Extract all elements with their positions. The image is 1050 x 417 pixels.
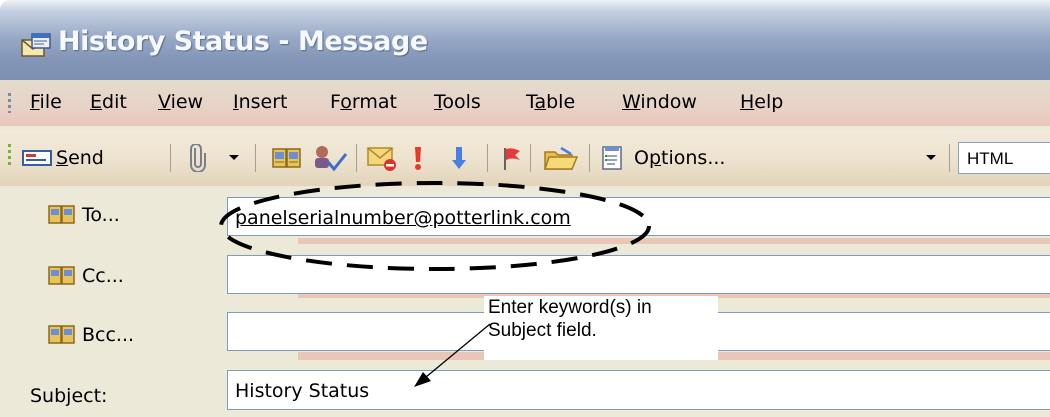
toolbar-separator bbox=[949, 144, 950, 172]
attach-dropdown-button[interactable] bbox=[227, 143, 241, 173]
toolbar-separator bbox=[530, 144, 531, 172]
permission-icon bbox=[367, 147, 396, 171]
menu-tools[interactable]: Tools bbox=[434, 91, 481, 113]
to-button[interactable]: To... bbox=[48, 204, 120, 226]
annotation-callout: Enter keyword(s) in Subject field. bbox=[484, 296, 718, 360]
menu-help[interactable]: Help bbox=[740, 91, 783, 113]
options-dropdown-button[interactable] bbox=[924, 143, 938, 173]
send-button[interactable]: Send bbox=[22, 143, 104, 173]
menu-window[interactable]: Window bbox=[622, 91, 697, 113]
follow-up-button[interactable] bbox=[500, 143, 522, 173]
menu-bar: File Edit View Insert Format Tools Table… bbox=[0, 80, 1050, 126]
address-band bbox=[298, 238, 1050, 244]
address-book-icon bbox=[272, 148, 301, 168]
address-book-icon bbox=[48, 205, 75, 224]
chevron-down-icon bbox=[926, 155, 936, 160]
bcc-button[interactable]: Bcc... bbox=[48, 324, 134, 346]
toolbar-grip[interactable] bbox=[8, 144, 11, 168]
attach-icon bbox=[190, 144, 206, 172]
to-recipient[interactable]: panelserialnumber@potterlink.com bbox=[235, 207, 571, 229]
open-folder-button[interactable] bbox=[543, 143, 579, 173]
toolbar-separator bbox=[356, 144, 357, 172]
message-format-select[interactable]: HTML bbox=[958, 142, 1050, 174]
cc-button[interactable]: Cc... bbox=[48, 265, 124, 287]
annotation-line-2: Subject field. bbox=[488, 320, 597, 341]
cc-field[interactable] bbox=[227, 255, 1050, 294]
high-importance-icon bbox=[415, 147, 421, 170]
menu-insert[interactable]: Insert bbox=[233, 91, 288, 113]
open-folder-icon bbox=[543, 146, 579, 170]
message-icon bbox=[21, 33, 51, 57]
standard-toolbar: Send Options... HTML bbox=[0, 130, 1050, 186]
title-bar: History Status - Message bbox=[0, 0, 1050, 80]
annotation-line-1: Enter keyword(s) in bbox=[488, 297, 652, 318]
window-title: History Status - Message bbox=[58, 26, 428, 57]
address-book-icon bbox=[48, 325, 75, 344]
menu-edit[interactable]: Edit bbox=[90, 91, 127, 113]
follow-up-flag-icon bbox=[504, 148, 520, 170]
high-importance-button[interactable] bbox=[412, 143, 424, 173]
menu-grip[interactable] bbox=[8, 93, 11, 113]
subject-field[interactable]: History Status bbox=[227, 370, 1050, 410]
options-button[interactable]: Options... bbox=[600, 143, 725, 173]
toolbar-separator bbox=[170, 144, 171, 172]
address-book-icon bbox=[48, 266, 75, 285]
chevron-down-icon bbox=[229, 155, 239, 160]
menu-file[interactable]: File bbox=[30, 91, 62, 113]
subject-label: Subject: bbox=[30, 385, 108, 407]
check-names-button[interactable] bbox=[312, 143, 348, 173]
low-importance-icon bbox=[452, 147, 466, 169]
options-icon bbox=[602, 146, 622, 170]
attach-file-button[interactable] bbox=[188, 143, 208, 173]
send-icon bbox=[22, 150, 52, 166]
menu-view[interactable]: View bbox=[158, 91, 203, 113]
permission-button[interactable] bbox=[366, 143, 398, 173]
toolbar-separator bbox=[255, 144, 256, 172]
menu-table[interactable]: Table bbox=[526, 91, 575, 113]
address-book-button[interactable] bbox=[272, 143, 302, 173]
menu-format[interactable]: Format bbox=[330, 91, 397, 113]
to-field[interactable]: panelserialnumber@potterlink.com bbox=[227, 197, 1050, 236]
check-names-icon bbox=[315, 146, 348, 172]
message-window: History Status - Message File Edit View … bbox=[0, 0, 1050, 417]
toolbar-separator bbox=[589, 144, 590, 172]
low-importance-button[interactable] bbox=[451, 143, 467, 173]
toolbar-separator bbox=[487, 144, 488, 172]
